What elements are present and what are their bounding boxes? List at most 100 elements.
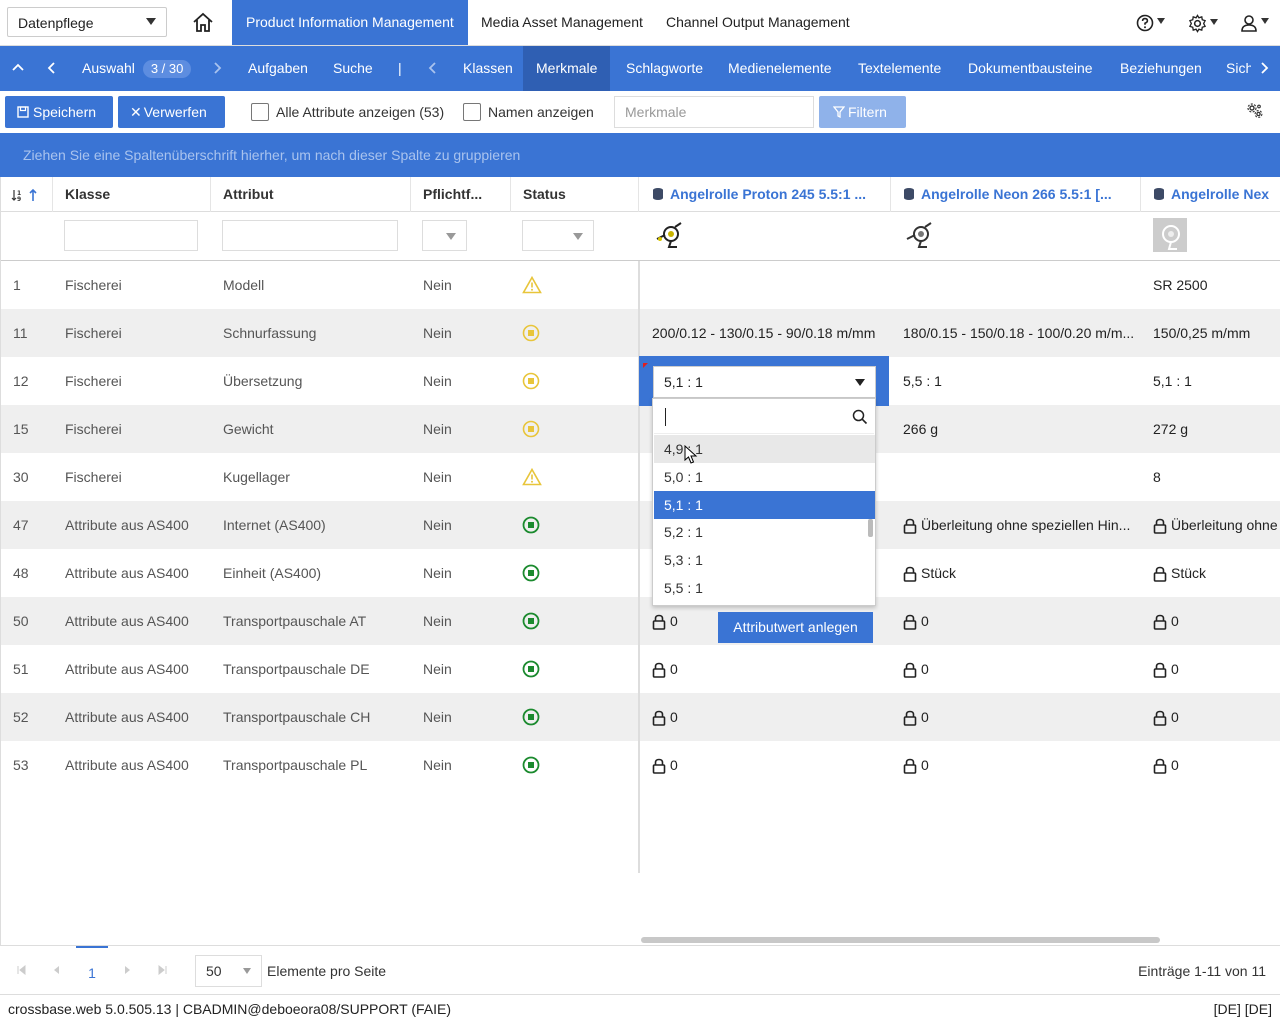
pflichtfeld-cell[interactable]: Nein xyxy=(411,741,511,789)
product-1-value-cell[interactable]: 0 xyxy=(640,741,891,789)
nav-item-dokumentbausteine[interactable]: Dokumentbausteine xyxy=(955,46,1106,91)
show-names-checkbox[interactable] xyxy=(463,103,481,121)
pflichtfeld-cell[interactable]: Nein xyxy=(411,309,511,357)
row-number-cell[interactable]: 47 xyxy=(1,501,53,549)
status-filter-select[interactable] xyxy=(522,220,594,251)
product-3-value-cell[interactable]: 150/0,25 m/mm xyxy=(1141,309,1280,357)
table-row[interactable]: 52 Attribute aus AS400 Transportpauschale … xyxy=(1,693,1280,741)
product-2-value-cell[interactable]: Stück xyxy=(891,549,1141,597)
row-number-cell[interactable]: 11 xyxy=(1,309,53,357)
klasse-cell[interactable]: Attribute aus AS400 xyxy=(53,549,211,597)
previous-page-icon[interactable] xyxy=(52,965,62,975)
product-3-value-cell[interactable]: 0 xyxy=(1141,693,1280,741)
pflichtfeld-cell[interactable]: Nein xyxy=(411,597,511,645)
group-by-panel[interactable]: Ziehen Sie eine Spaltenüberschrift hierh… xyxy=(0,133,1280,177)
discard-button[interactable]: ✕ Verwerfen xyxy=(118,96,225,128)
klasse-cell[interactable]: Attribute aus AS400 xyxy=(53,741,211,789)
save-button[interactable]: Speichern xyxy=(5,96,113,128)
product-3-value-cell[interactable]: SR 2500 xyxy=(1141,261,1280,309)
help-menu[interactable] xyxy=(1136,10,1165,36)
column-header-product-1[interactable]: Angelrolle Proton 245 5.5:1 ... xyxy=(640,177,891,212)
user-menu[interactable] xyxy=(1240,10,1269,36)
attribut-cell[interactable]: Schnurfassung xyxy=(211,309,411,357)
tab-mam[interactable]: Media Asset Management xyxy=(467,0,657,45)
attribut-cell[interactable]: Transportpauschale DE xyxy=(211,645,411,693)
table-row[interactable]: 47 Attribute aus AS400 Internet (AS400) Nei… xyxy=(1,501,1280,549)
home-icon[interactable] xyxy=(190,10,216,36)
product-2-value-cell[interactable]: 266 g xyxy=(891,405,1141,453)
value-select[interactable]: 5,1 : 1 xyxy=(653,366,876,398)
column-header-klasse[interactable]: Klasse xyxy=(53,177,211,212)
attribut-cell[interactable]: Übersetzung xyxy=(211,357,411,405)
klasse-cell[interactable]: Fischerei xyxy=(53,405,211,453)
dropdown-option[interactable]: 5,3 : 1 xyxy=(654,546,875,574)
row-number-cell[interactable]: 30 xyxy=(1,453,53,501)
nav-item-medienelemente[interactable]: Medienelemente xyxy=(715,46,845,91)
product-2-value-cell[interactable]: 5,5 : 1 xyxy=(891,357,1141,405)
product-1-value-cell[interactable] xyxy=(640,261,891,309)
row-number-cell[interactable]: 12 xyxy=(1,357,53,405)
product-2-value-cell[interactable]: 180/0.15 - 150/0.18 - 100/0.20 m/m... xyxy=(891,309,1141,357)
attribut-cell[interactable]: Kugellager xyxy=(211,453,411,501)
table-row[interactable]: 1 Fischerei Modell Nein SR 2500 xyxy=(1,261,1280,309)
product-2-value-cell[interactable]: 0 xyxy=(891,741,1141,789)
chevron-left-icon[interactable] xyxy=(43,59,61,77)
nav-item-textelemente[interactable]: Textelemente xyxy=(845,46,954,91)
page-size-select[interactable]: 50 xyxy=(195,955,262,987)
table-row[interactable]: 51 Attribute aus AS400 Transportpauschale … xyxy=(1,645,1280,693)
tab-com[interactable]: Channel Output Management xyxy=(652,0,864,45)
pflichtfeld-cell[interactable]: Nein xyxy=(411,645,511,693)
column-header-status[interactable]: Status xyxy=(511,177,639,212)
tab-pim[interactable]: Product Information Management xyxy=(232,0,468,45)
row-number-cell[interactable]: 15 xyxy=(1,405,53,453)
table-row[interactable]: 53 Attribute aus AS400 Transportpauschale … xyxy=(1,741,1280,789)
horizontal-scrollbar[interactable] xyxy=(641,937,1160,943)
klasse-cell[interactable]: Attribute aus AS400 xyxy=(53,501,211,549)
attribut-cell[interactable]: Transportpauschale PL xyxy=(211,741,411,789)
product-1-value-cell[interactable]: 0 xyxy=(640,645,891,693)
table-row[interactable]: 11 Fischerei Schnurfassung Nein 200/0.12 - 1… xyxy=(1,309,1280,357)
dropdown-option[interactable]: 5,0 : 1 xyxy=(654,463,875,491)
row-number-cell[interactable]: 53 xyxy=(1,741,53,789)
klasse-cell[interactable]: Fischerei xyxy=(53,357,211,405)
product-2-value-cell[interactable]: Überleitung ohne speziellen Hin... xyxy=(891,501,1141,549)
attribut-cell[interactable]: Modell xyxy=(211,261,411,309)
pflichtfeld-cell[interactable]: Nein xyxy=(411,453,511,501)
nav-item-beziehungen[interactable]: Beziehungen xyxy=(1107,46,1215,91)
next-page-icon[interactable] xyxy=(122,965,132,975)
klasse-cell[interactable]: Fischerei xyxy=(53,261,211,309)
feature-search-input[interactable]: Merkmale xyxy=(614,96,814,128)
attribut-cell[interactable]: Transportpauschale AT xyxy=(211,597,411,645)
nav-item-truncated[interactable]: Sich xyxy=(1213,46,1251,91)
column-header-product-3[interactable]: Angelrolle Nex xyxy=(1141,177,1280,212)
row-number-cell[interactable]: 51 xyxy=(1,645,53,693)
table-row[interactable]: 15 Fischerei Gewicht Nein 266 g 272 g xyxy=(1,405,1280,453)
dropdown-option[interactable]: 5,1 : 1 xyxy=(654,490,875,519)
row-number-cell[interactable]: 48 xyxy=(1,549,53,597)
filter-button[interactable]: Filtern xyxy=(819,96,906,128)
chevron-right-icon[interactable] xyxy=(1255,59,1273,77)
table-row[interactable]: 50 Attribute aus AS400 Transportpauschale … xyxy=(1,597,1280,645)
chevron-right-icon[interactable] xyxy=(208,59,226,77)
product-2-value-cell[interactable] xyxy=(891,261,1141,309)
pflichtfeld-cell[interactable]: Nein xyxy=(411,549,511,597)
product-3-value-cell[interactable]: 0 xyxy=(1141,597,1280,645)
attribut-cell[interactable]: Internet (AS400) xyxy=(211,501,411,549)
show-all-checkbox[interactable] xyxy=(251,103,269,121)
row-number-cell[interactable]: 52 xyxy=(1,693,53,741)
product-3-value-cell[interactable]: 272 g xyxy=(1141,405,1280,453)
klasse-cell[interactable]: Attribute aus AS400 xyxy=(53,693,211,741)
nav-item-schlagworte[interactable]: Schlagworte xyxy=(613,46,716,91)
last-page-icon[interactable] xyxy=(157,965,167,975)
product-3-value-cell[interactable]: 5,1 : 1 xyxy=(1141,357,1280,405)
chevron-up-icon[interactable] xyxy=(9,59,27,77)
pflichtfeld-cell[interactable]: Nein xyxy=(411,357,511,405)
column-header-pflichtfeld[interactable]: Pflichtf... xyxy=(411,177,511,212)
klasse-cell[interactable]: Attribute aus AS400 xyxy=(53,645,211,693)
table-row[interactable]: 48 Attribute aus AS400 Einheit (AS400) Nein… xyxy=(1,549,1280,597)
product-2-value-cell[interactable]: 0 xyxy=(891,645,1141,693)
dropdown-option[interactable]: 5,2 : 1 xyxy=(654,518,875,546)
column-header-attribut[interactable]: Attribut xyxy=(211,177,411,212)
dropdown-search-input[interactable] xyxy=(654,400,874,434)
klasse-cell[interactable]: Attribute aus AS400 xyxy=(53,597,211,645)
